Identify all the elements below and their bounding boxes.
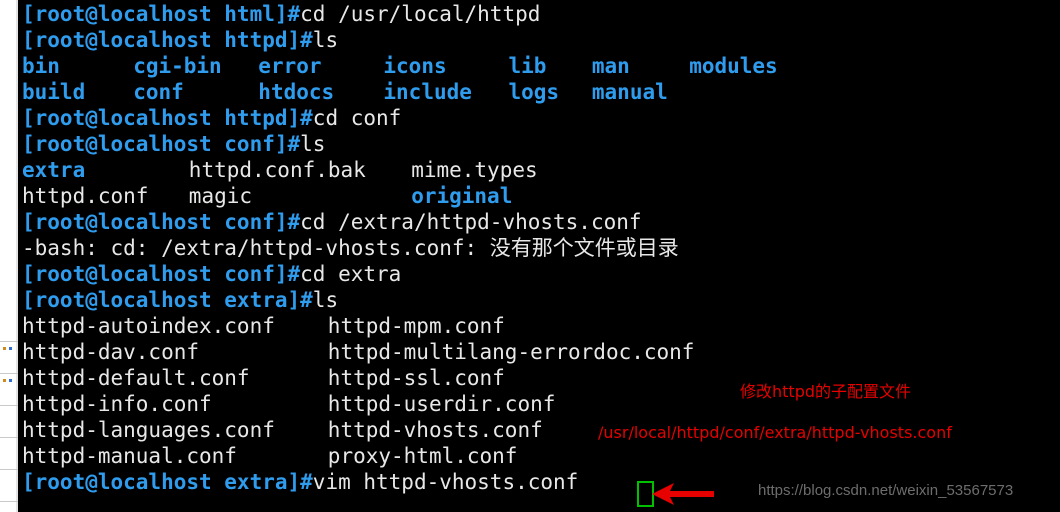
terminal-command-line: [root@localhost html]#cd /usr/local/http… (22, 1, 540, 27)
gutter-separator (0, 373, 18, 374)
listing-directory: manual (591, 80, 668, 104)
gutter-dot-amber (3, 379, 6, 382)
listing-directory: conf (133, 80, 184, 104)
gutter-separator (0, 341, 18, 342)
terminal-listing-line: bin cgi-bin error icons lib man modules (22, 53, 1060, 79)
terminal-listing-line: httpd.conf magic original (22, 183, 1060, 209)
screenshot-root: [root@localhost html]#cd /usr/local/http… (0, 0, 1060, 512)
terminal-command-line: [root@localhost conf]#cd extra (22, 261, 401, 287)
gutter-separator (0, 501, 18, 502)
listing-file: httpd-dav.conf (22, 340, 200, 364)
listing-file: httpd-info.conf (22, 392, 212, 416)
terminal-command-line: [root@localhost extra]#vim httpd-vhosts.… (22, 469, 578, 495)
terminal-command-line: [root@localhost extra]#ls (22, 287, 338, 313)
terminal-listing-line: httpd-dav.conf httpd-multilang-errordoc.c… (22, 339, 1060, 365)
listing-file: httpd-mpm.conf (327, 314, 505, 338)
listing-file: httpd.conf (22, 184, 149, 208)
gutter-dot-amber (3, 347, 6, 350)
shell-command: ls (312, 28, 339, 52)
annotation-title: 修改httpd的子配置文件 (740, 382, 912, 401)
listing-directory: lib (508, 54, 547, 78)
annotation-path: /usr/local/httpd/conf/extra/httpd-vhosts… (598, 423, 952, 442)
terminal-listing-line: httpd-autoindex.conf httpd-mpm.conf (22, 313, 1060, 339)
shell-prompt: [root@localhost extra]# (22, 470, 313, 494)
terminal-command-line: [root@localhost httpd]#cd conf (22, 105, 401, 131)
terminal-listing-line: httpd-manual.conf proxy-html.conf (22, 443, 1060, 469)
terminal-error-line: -bash: cd: /extra/httpd-vhosts.conf: 没有那… (22, 235, 679, 261)
listing-file: httpd-manual.conf (22, 444, 237, 468)
shell-prompt: [root@localhost html]# (22, 2, 301, 26)
shell-command: cd /extra/httpd-vhosts.conf (300, 210, 642, 234)
listing-directory: error (258, 54, 322, 78)
listing-directory: original (411, 184, 513, 208)
listing-file: httpd-vhosts.conf (327, 418, 543, 442)
listing-file: magic (188, 184, 253, 208)
gutter-separator (0, 405, 18, 406)
listing-directory: cgi-bin (133, 54, 222, 78)
shell-command: vim httpd-vhosts.conf (312, 470, 579, 494)
terminal-command-line: [root@localhost httpd]#ls (22, 27, 338, 53)
shell-prompt: [root@localhost extra]# (22, 288, 313, 312)
left-gutter (0, 0, 18, 512)
listing-directory: htdocs (258, 80, 335, 104)
shell-command: ls (300, 132, 326, 156)
listing-file: proxy-html.conf (327, 444, 518, 468)
listing-directory: icons (383, 54, 447, 78)
listing-directory: logs (508, 80, 560, 104)
listing-file: httpd.conf.bak (188, 158, 366, 182)
shell-prompt: [root@localhost httpd]# (22, 106, 313, 130)
shell-command: ls (312, 288, 339, 312)
terminal-listing-line: build conf htdocs include logs manual (22, 79, 1060, 105)
listing-file: mime.types (411, 158, 538, 182)
gutter-separator (0, 437, 18, 438)
shell-error-text: -bash: cd: /extra/httpd-vhosts.conf: 没有那… (22, 236, 679, 260)
gutter-dot-blue (9, 347, 12, 350)
shell-prompt: [root@localhost conf]# (22, 210, 301, 234)
listing-directory: bin (22, 54, 60, 78)
gutter-dot-blue (9, 379, 12, 382)
terminal-listing-line: extra httpd.conf.bak mime.types (22, 157, 1060, 183)
listing-file: httpd-userdir.conf (327, 392, 556, 416)
listing-directory: include (383, 80, 472, 104)
listing-file: httpd-autoindex.conf (22, 314, 275, 338)
listing-directory: extra (22, 158, 86, 182)
shell-prompt: [root@localhost conf]# (22, 132, 301, 156)
listing-directory: build (22, 80, 86, 104)
red-arrow-icon (652, 483, 714, 505)
shell-prompt: [root@localhost httpd]# (22, 28, 313, 52)
shell-command: cd conf (312, 106, 402, 130)
shell-command: cd /usr/local/httpd (300, 2, 541, 26)
gutter-separator (0, 469, 18, 470)
listing-file: httpd-ssl.conf (327, 366, 505, 390)
terminal-command-line: [root@localhost conf]#ls (22, 131, 325, 157)
listing-directory: man (591, 54, 630, 78)
shell-prompt: [root@localhost conf]# (22, 262, 301, 286)
listing-file: httpd-multilang-errordoc.conf (327, 340, 695, 364)
terminal-command-line: [root@localhost conf]#cd /extra/httpd-vh… (22, 209, 642, 235)
shell-command: cd extra (300, 262, 402, 286)
watermark: https://blog.csdn.net/weixin_53567573 (758, 482, 1014, 499)
listing-file: httpd-languages.conf (22, 418, 275, 442)
listing-directory: modules (689, 54, 778, 78)
listing-file: httpd-default.conf (22, 366, 250, 390)
